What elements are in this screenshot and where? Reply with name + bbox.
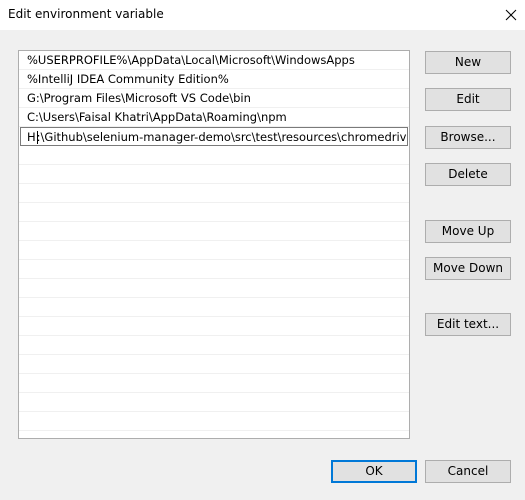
list-item-empty[interactable] xyxy=(19,298,409,317)
list-item-empty[interactable] xyxy=(19,317,409,336)
list-item-edit-field[interactable]: H:\Github\selenium-manager-demo\src\test… xyxy=(20,127,408,146)
list-item-empty[interactable] xyxy=(19,431,409,438)
delete-button[interactable]: Delete xyxy=(425,163,511,186)
move-down-button[interactable]: Move Down xyxy=(425,257,511,280)
title-bar: Edit environment variable xyxy=(0,0,525,30)
list-item-empty[interactable] xyxy=(19,146,409,165)
list-item-empty[interactable] xyxy=(19,241,409,260)
list-item-empty[interactable] xyxy=(19,279,409,298)
list-item-empty[interactable] xyxy=(19,355,409,374)
edit-text-rest: :\Github\selenium-manager-demo\src\test\… xyxy=(36,130,408,144)
list-item-empty[interactable] xyxy=(19,184,409,203)
list-item[interactable]: %USERPROFILE%\AppData\Local\Microsoft\Wi… xyxy=(19,51,409,70)
ok-button[interactable]: OK xyxy=(331,460,417,483)
list-item[interactable]: %IntelliJ IDEA Community Edition% xyxy=(19,70,409,89)
close-icon xyxy=(505,9,516,21)
cancel-button[interactable]: Cancel xyxy=(425,460,511,483)
list-item-empty[interactable] xyxy=(19,336,409,355)
list-item[interactable]: G:\Program Files\Microsoft VS Code\bin xyxy=(19,89,409,108)
list-item-empty[interactable] xyxy=(19,222,409,241)
list-item-empty[interactable] xyxy=(19,374,409,393)
list-item-empty[interactable] xyxy=(19,260,409,279)
window-title: Edit environment variable xyxy=(8,7,164,21)
new-button[interactable]: New xyxy=(425,51,511,74)
edit-environment-variable-dialog: Edit environment variable %USERPROFILE%\… xyxy=(0,0,525,500)
browse-button[interactable]: Browse... xyxy=(425,126,511,149)
list-item[interactable]: C:\Users\Faisal Khatri\AppData\Roaming\n… xyxy=(19,108,409,127)
edit-text-prefix: H xyxy=(27,130,36,144)
edit-button[interactable]: Edit xyxy=(425,88,511,111)
move-up-button[interactable]: Move Up xyxy=(425,220,511,243)
list-item-empty[interactable] xyxy=(19,165,409,184)
list-item-empty[interactable] xyxy=(19,412,409,431)
edit-text-button[interactable]: Edit text... xyxy=(425,313,511,336)
list-item-empty[interactable] xyxy=(19,203,409,222)
close-button[interactable] xyxy=(496,0,525,30)
path-list[interactable]: %USERPROFILE%\AppData\Local\Microsoft\Wi… xyxy=(18,50,410,439)
list-item-empty[interactable] xyxy=(19,393,409,412)
